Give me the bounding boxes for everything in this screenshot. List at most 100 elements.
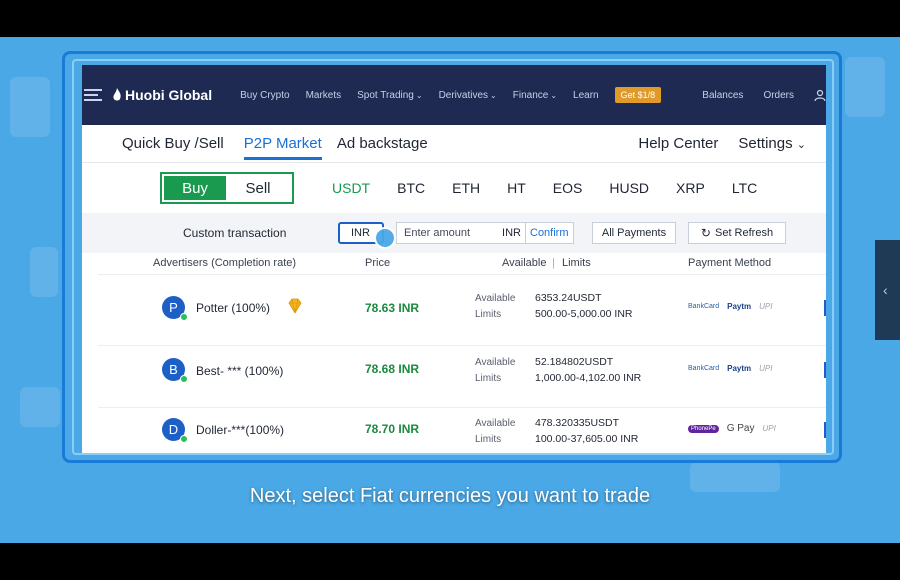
price: 78.70 INR <box>365 422 420 436</box>
tab-p2p-market[interactable]: P2P Market <box>243 135 322 160</box>
subnav-right: Help Center Settings ⌄ <box>638 135 826 152</box>
limits-value: 100.00-37,605.00 INR <box>535 433 639 445</box>
help-center-link[interactable]: Help Center <box>638 135 718 152</box>
available-label: Available <box>475 418 516 429</box>
bg-tile <box>20 387 60 427</box>
chevron-down-icon: ⌄ <box>796 139 806 151</box>
payment-methods: PhonePe G Pay UPI <box>688 423 784 434</box>
coin-tab-usdt[interactable]: USDT <box>332 180 370 196</box>
bg-tile <box>10 77 50 137</box>
nav-menu: Buy Crypto Markets Spot Trading ⌄ Derivat… <box>240 87 662 103</box>
col-price: Price <box>365 257 391 269</box>
diamond-badge-icon <box>288 298 302 314</box>
col-advertisers: Advertisers (Completion rate) <box>153 257 297 269</box>
nav-orders[interactable]: Orders <box>763 90 794 101</box>
upi-icon: UPI <box>759 364 773 373</box>
sell-tab[interactable]: Sell <box>226 176 290 200</box>
payment-methods: BankCard Paytm UPI <box>688 302 781 311</box>
online-status-icon <box>180 375 188 383</box>
buy-sell-toggle: Buy Sell <box>160 172 294 204</box>
table-header: Advertisers (Completion rate) Price Avai… <box>98 253 826 275</box>
coin-tab-eth[interactable]: ETH <box>452 180 480 196</box>
fiat-currency-select[interactable]: INR <box>338 222 396 249</box>
limits-label: Limits <box>475 309 502 320</box>
side-panel-toggle[interactable]: ‹ <box>875 240 900 340</box>
coin-tab-ht[interactable]: HT <box>507 180 526 196</box>
brand-logo[interactable]: Huobi Global <box>112 87 212 103</box>
browser-window: Huobi Global Buy Crypto Markets Spot Tra… <box>82 65 826 453</box>
settings-label: Settings <box>738 135 793 152</box>
fiat-currency-value: INR <box>351 227 370 239</box>
limits-label: Limits <box>475 373 502 384</box>
upi-icon: UPI <box>762 424 776 433</box>
trade-bar: Buy Sell USDT BTC ETH HT EOS HUSD XRP LT… <box>82 163 826 213</box>
price: 78.63 INR <box>365 301 420 315</box>
limits-value: 1,000.00-4,102.00 INR <box>535 372 642 384</box>
amount-input-group: Enter amount INR Confirm <box>396 222 574 244</box>
bankcard-icon: BankCard <box>688 303 720 310</box>
nav-spot-trading[interactable]: Spot Trading ⌄ <box>357 90 422 101</box>
refresh-icon: ↻ <box>700 226 711 240</box>
amount-input[interactable]: Enter amount <box>397 227 497 239</box>
confirm-button[interactable]: Confirm <box>525 223 573 243</box>
chevron-down-icon: ⌄ <box>550 90 558 100</box>
nav-spot-trading-label: Spot Trading <box>357 89 414 101</box>
col-limits: Limits <box>562 257 591 269</box>
payment-method-select[interactable]: All Payments <box>592 222 676 244</box>
nav-finance-label: Finance <box>512 89 549 101</box>
col-divider: | <box>552 257 555 269</box>
click-indicator <box>374 227 396 249</box>
online-status-icon <box>180 313 188 321</box>
advertiser-name[interactable]: Doller-***(100%) <box>196 423 284 437</box>
available-value: 6353.24USDT <box>535 292 602 304</box>
chevron-left-icon: ‹ <box>883 282 888 298</box>
nav-learn[interactable]: Learn <box>573 90 599 101</box>
p2p-subnav: Quick Buy /Sell P2P Market Ad backstage … <box>82 125 826 163</box>
coin-tab-ltc[interactable]: LTC <box>732 180 757 196</box>
buy-row-button[interactable] <box>824 422 826 438</box>
coin-tab-btc[interactable]: BTC <box>397 180 425 196</box>
nav-balances[interactable]: Balances <box>702 90 743 101</box>
available-value: 52.184802USDT <box>535 356 614 368</box>
coin-tab-husd[interactable]: HUSD <box>609 180 649 196</box>
nav-derivatives-label: Derivatives <box>438 89 489 101</box>
chevron-down-icon: ⌄ <box>490 90 497 100</box>
advertiser-name[interactable]: Best- *** (100%) <box>196 364 283 378</box>
nav-finance[interactable]: Finance ⌄ <box>513 90 557 101</box>
bg-tile <box>845 57 885 117</box>
flame-icon <box>113 88 121 101</box>
bankcard-icon: BankCard <box>688 365 720 372</box>
settings-menu[interactable]: Settings ⌄ <box>738 135 806 152</box>
paytm-icon: Paytm <box>727 302 752 311</box>
advertiser-name[interactable]: Potter (100%) <box>196 301 270 315</box>
upi-icon: UPI <box>759 302 773 311</box>
limits-value: 500.00-5,000.00 INR <box>535 308 633 320</box>
tab-quick-buy-sell[interactable]: Quick Buy /Sell <box>122 135 224 152</box>
payment-methods: BankCard Paytm UPI <box>688 364 781 373</box>
amount-currency: INR <box>502 227 521 239</box>
col-available: Available <box>502 257 547 269</box>
coin-tab-xrp[interactable]: XRP <box>676 180 705 196</box>
video-caption: Next, select Fiat currencies you want to… <box>249 485 651 507</box>
buy-row-button[interactable] <box>824 300 826 316</box>
online-status-icon <box>180 435 188 443</box>
letterbox-top <box>0 0 900 37</box>
hamburger-menu-icon[interactable] <box>84 89 102 101</box>
set-refresh-label: Set Refresh <box>714 227 774 239</box>
video-stage: Huobi Global Buy Crypto Markets Spot Tra… <box>0 37 900 543</box>
tab-ad-backstage[interactable]: Ad backstage <box>337 135 428 152</box>
nav-buy-crypto[interactable]: Buy Crypto <box>240 90 289 101</box>
coin-tab-eos[interactable]: EOS <box>553 180 583 196</box>
buy-tab[interactable]: Buy <box>164 176 226 200</box>
promo-button[interactable]: Get $1/8 <box>614 87 662 103</box>
nav-markets[interactable]: Markets <box>306 90 342 101</box>
user-icon[interactable] <box>814 89 826 101</box>
letterbox-bottom <box>0 543 900 580</box>
paytm-icon: Paytm <box>727 364 752 373</box>
table-row: P Potter (100%) 78.63 INR Available Limi… <box>98 280 826 346</box>
buy-row-button[interactable] <box>824 362 826 378</box>
bg-tile <box>30 247 58 297</box>
available-value: 478.320335USDT <box>535 417 620 429</box>
nav-derivatives[interactable]: Derivatives ⌄ <box>439 90 497 101</box>
set-refresh-button[interactable]: ↻ Set Refresh <box>688 222 786 244</box>
